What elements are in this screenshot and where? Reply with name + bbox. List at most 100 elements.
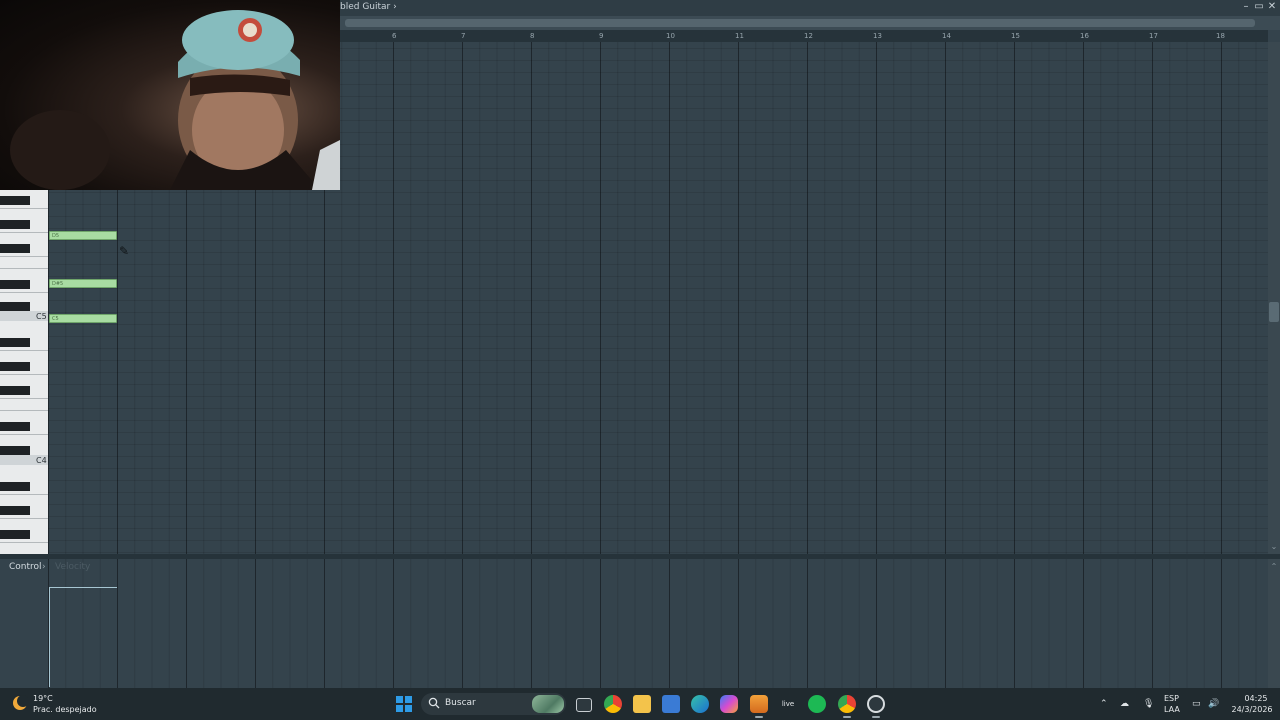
chrome-profile-icon[interactable] [838,695,856,713]
key-divider [0,542,48,543]
note-label: D5 [52,233,60,239]
search-highlight-image [532,695,564,713]
edge-icon[interactable] [691,695,709,713]
note-d-sharp-5[interactable]: D#5 [49,279,117,288]
bar-number: 14 [942,32,951,40]
bar-number: 11 [735,32,744,40]
live-icon[interactable]: live [779,695,797,713]
weather-description[interactable]: Prac. despejado [33,705,97,714]
key-divider [0,232,48,233]
velocity-bar[interactable] [50,587,117,588]
black-key[interactable] [0,244,30,253]
scroll-up-icon[interactable]: ⌃ [1268,562,1280,571]
pencil-cursor-icon: ✎ [119,244,130,258]
bar-number: 6 [392,32,397,40]
bar-number: 10 [666,32,675,40]
task-view-icon[interactable] [576,698,592,712]
webcam-overlay [0,0,340,190]
weather-temperature[interactable]: 19°C [33,694,53,703]
network-icon[interactable]: ▭ [1192,699,1201,709]
bar-number: 9 [599,32,604,40]
key-divider [0,374,48,375]
chrome-icon[interactable] [604,695,622,713]
key-divider [0,256,48,257]
window-title-text: bled Guitar [340,2,391,12]
event-editor-area[interactable] [48,559,1268,688]
bar-number: 8 [530,32,535,40]
clock-date[interactable]: 24/3/2026 [1228,705,1276,714]
note-label: C5 [52,316,59,322]
bar-number: 13 [873,32,882,40]
bar-number: 18 [1216,32,1225,40]
store-icon[interactable] [662,695,680,713]
show-hidden-icons-icon[interactable]: ⌃ [1100,699,1108,709]
octave-label-c4: C4 [36,456,47,465]
key-divider [0,208,48,209]
keyboard-layout-indicator[interactable]: LAA [1164,705,1180,714]
volume-icon[interactable]: 🔊 [1208,699,1219,709]
active-app-indicator [755,716,763,718]
black-key[interactable] [0,482,30,491]
bar-number: 7 [461,32,466,40]
control-target-label[interactable]: Velocity [55,562,90,572]
search-label: Buscar [445,698,476,708]
bar-number: 16 [1080,32,1089,40]
title-menu-arrow[interactable]: › [393,2,397,12]
key-divider [0,292,48,293]
clock-time[interactable]: 04:25 [1238,694,1274,703]
microphone-icon[interactable]: 🎙 [1143,699,1154,709]
live-label: live [781,700,795,708]
black-key[interactable] [0,196,30,205]
black-key[interactable] [0,506,30,515]
active-app-indicator [843,716,851,718]
windows-start-icon[interactable] [396,696,412,712]
key-divider [0,398,48,399]
language-indicator[interactable]: ESP [1164,694,1179,703]
weather-moon-icon[interactable] [12,695,28,711]
key-divider [0,268,48,269]
black-key[interactable] [0,280,30,289]
active-app-indicator [872,716,880,718]
key-divider [0,434,48,435]
bar-number: 12 [804,32,813,40]
key-divider [0,410,48,411]
black-key[interactable] [0,362,30,371]
note-c5[interactable]: C5 [49,314,117,323]
black-key[interactable] [0,446,30,455]
note-label: D#5 [52,281,64,287]
velocity-stem [49,587,50,687]
black-key[interactable] [0,386,30,395]
black-key[interactable] [0,530,30,539]
control-scrollbar[interactable] [1268,559,1280,688]
control-arrow-icon[interactable]: › [42,562,46,572]
timeline-ruler[interactable]: 6 7 8 9 10 11 12 13 14 15 16 17 18 [340,30,1268,42]
black-key[interactable] [0,338,30,347]
close-button[interactable]: ✕ [1266,1,1278,12]
obs-icon[interactable] [867,695,885,713]
black-key[interactable] [0,302,30,311]
vertical-scrollbar[interactable] [1268,42,1280,554]
maximize-button[interactable]: ▭ [1253,1,1265,12]
minimize-button[interactable]: – [1240,1,1252,12]
vertical-scroll-thumb[interactable] [1269,302,1279,322]
file-explorer-icon[interactable] [633,695,651,713]
scroll-down-icon[interactable]: ⌄ [1268,542,1280,552]
copilot-icon[interactable] [720,695,738,713]
black-key[interactable] [0,220,30,229]
onedrive-cloud-icon[interactable]: ☁ [1120,699,1129,709]
piano-keyboard[interactable]: C5 C4 [0,190,48,554]
key-divider [0,494,48,495]
bar-number: 15 [1011,32,1020,40]
fl-studio-icon[interactable] [750,695,768,713]
horizontal-scroll-thumb[interactable] [345,19,1255,27]
key-divider [0,350,48,351]
webcam-person-image [10,10,340,190]
search-icon [428,697,440,709]
control-sidebar [0,559,48,688]
black-key[interactable] [0,422,30,431]
note-d5[interactable]: D5 [49,231,117,240]
octave-label-c5: C5 [36,312,47,321]
spotify-icon[interactable] [808,695,826,713]
control-label[interactable]: Control [9,562,42,572]
bar-number: 17 [1149,32,1158,40]
